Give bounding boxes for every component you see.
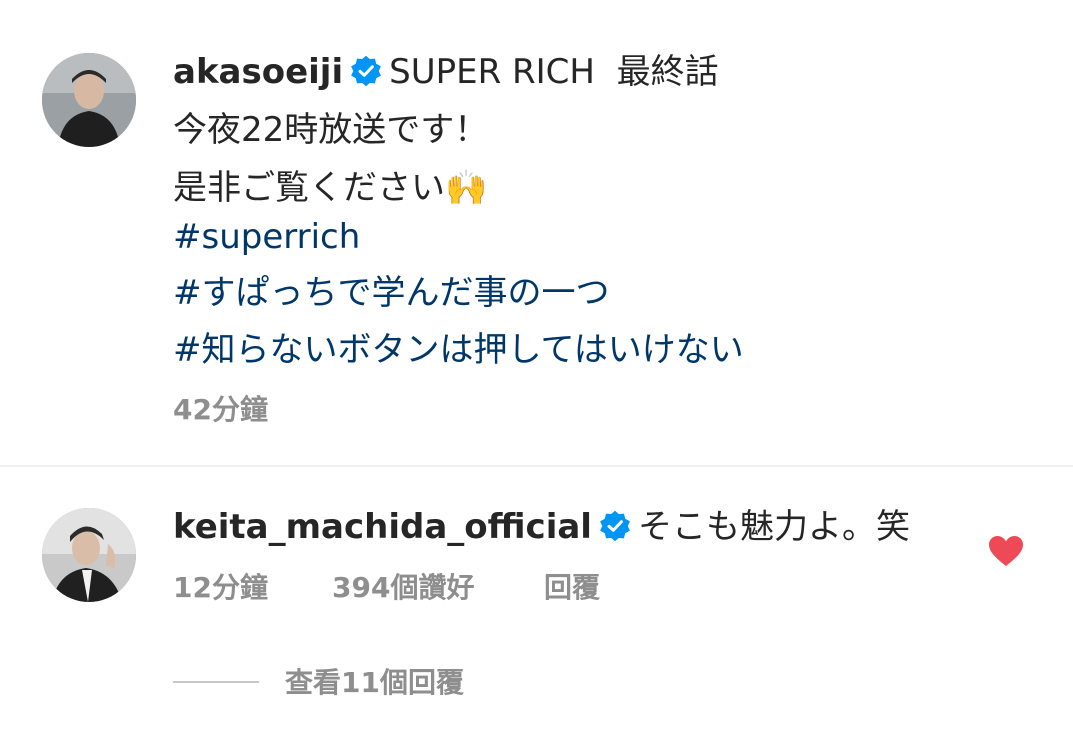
- author-avatar[interactable]: [42, 53, 136, 147]
- hashtag-link[interactable]: #superrich: [173, 217, 360, 257]
- comment-text: そこも魅力よ。笑: [637, 507, 910, 547]
- verified-badge-icon: [351, 55, 381, 87]
- divider: [0, 465, 1073, 467]
- caption-line: 今夜22時放送です！: [173, 110, 489, 150]
- comment-header: keita_machida_official そこも魅力よ。笑: [173, 507, 910, 547]
- avatar-image: [42, 53, 136, 147]
- caption-timestamp: 42分鐘: [173, 393, 268, 426]
- caption-line: 是非ご覧ください🙌: [173, 168, 488, 208]
- caption-title: SUPER RICH 最終話: [389, 52, 719, 92]
- view-replies-button[interactable]: 查看11個回覆: [285, 666, 464, 700]
- heart-icon[interactable]: [988, 535, 1024, 567]
- comment-like-count[interactable]: 394個讚好: [332, 571, 474, 605]
- commenter-username[interactable]: keita_machida_official: [173, 507, 592, 547]
- replies-divider-line: [173, 681, 259, 683]
- comment-timestamp: 12分鐘: [173, 571, 268, 604]
- hashtag-link[interactable]: #すぱっちで学んだ事の一つ: [173, 273, 610, 313]
- commenter-avatar[interactable]: [42, 508, 136, 602]
- verified-badge-icon: [600, 510, 630, 542]
- reply-button[interactable]: 回覆: [544, 571, 600, 605]
- author-username[interactable]: akasoeiji: [173, 52, 343, 92]
- hashtag-link[interactable]: #知らないボタンは押してはいけない: [173, 330, 744, 370]
- avatar-image: [42, 508, 136, 602]
- caption-header: akasoeiji SUPER RICH 最終話: [173, 52, 719, 92]
